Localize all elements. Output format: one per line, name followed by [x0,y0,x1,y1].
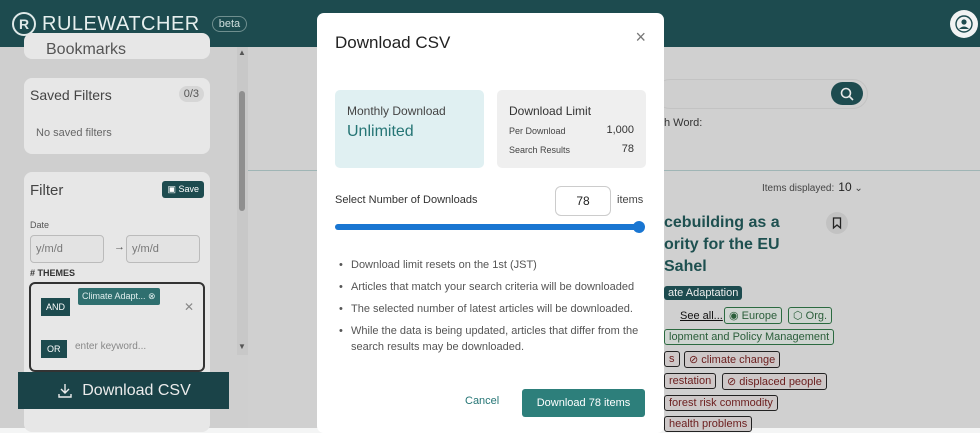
tag-keyword[interactable]: ⊘ climate change [684,351,781,368]
per-download-label: Per Download [509,126,566,136]
tag-region-label: Europe [741,310,778,322]
modal-title: Download CSV [335,33,451,52]
theme-chip-label: Climate Adapt... [82,291,146,301]
tag-topic[interactable]: lopment and Policy Management [664,329,835,345]
download-limit-box: Download Limit Per Download 1,000 Search… [497,90,646,168]
sidebar: Bookmarks Saved Filters 0/3 No saved fil… [0,33,248,432]
tag-theme[interactable]: ate Adaptation [664,286,743,300]
download-icon [58,383,72,398]
note-item: Download limit resets on the 1st (JST) [339,257,651,273]
monthly-download-label: Monthly Download [347,104,446,118]
select-downloads-label: Select Number of Downloads [335,194,478,206]
download-count-slider[interactable] [335,224,641,230]
tag-keyword[interactable]: ⊘ displaced people [722,373,827,390]
themes-label: # THEMES [30,268,76,278]
sidebar-scrollbar[interactable]: ▲ ▼ [237,47,248,355]
bookmarks-card[interactable]: Bookmarks [24,33,210,59]
tag-keyword[interactable]: s [664,351,680,367]
scrollbar-thumb[interactable] [239,91,245,211]
user-avatar[interactable] [950,10,978,38]
and-button[interactable]: AND [41,298,71,316]
filter-save-label: Save [178,184,199,194]
date-arrow-icon: → [114,241,125,253]
search-icon [840,87,854,101]
search-word-label: h Word: [664,117,703,129]
bookmark-icon[interactable] [826,212,848,234]
filter-title: Filter [30,182,64,199]
see-all-link[interactable]: See all... [676,309,727,323]
filter-save-button[interactable]: ▣ Save [162,181,204,198]
tag-keyword-label: climate change [701,354,776,366]
tag-region[interactable]: ◉ Europe [724,307,783,324]
slider-fill [335,224,641,230]
slider-thumb[interactable] [633,221,645,233]
tag-keyword[interactable]: restation [664,373,717,389]
items-displayed[interactable]: Items displayed: 10 ⌄ [762,180,863,194]
scroll-up-icon[interactable]: ▲ [238,48,246,57]
search-results-value: 78 [621,143,634,155]
items-displayed-label: Items displayed: [762,183,835,194]
note-item: The selected number of latest articles w… [339,301,651,317]
theme-chip[interactable]: Climate Adapt... ⊗ [78,288,160,305]
article-title[interactable]: cebuilding as a ority for the EU Sahel [664,212,804,278]
saved-filters-empty: No saved filters [36,127,112,139]
monthly-download-value: Unlimited [347,123,414,140]
cancel-button[interactable]: Cancel [465,395,499,407]
search-button[interactable] [831,82,863,105]
saved-filters-title: Saved Filters [30,87,112,103]
tag-keyword[interactable]: forest risk commodity [664,395,778,411]
or-button[interactable]: OR [41,340,67,358]
beta-badge: beta [211,16,248,32]
items-suffix: items [617,194,644,206]
tag-org[interactable]: ⬡ Org. [788,307,833,324]
theme-query-box: AND Climate Adapt... ⊗ ✕ OR enter keywor… [29,282,205,372]
date-from-input[interactable]: y/m/d [30,235,104,263]
download-notes: Download limit resets on the 1st (JST) A… [339,257,651,361]
date-label: Date [30,220,50,230]
search-results-label: Search Results [509,145,571,155]
tag-keyword[interactable]: health problems [664,416,753,432]
download-csv-label: Download CSV [82,381,191,399]
close-icon[interactable]: × [635,27,646,48]
scroll-down-icon[interactable]: ▼ [238,342,246,351]
download-items-button[interactable]: Download 78 items [522,389,645,417]
note-item: Articles that match your search criteria… [339,279,651,295]
date-to-input[interactable]: y/m/d [126,235,200,263]
note-item: While the data is being updated, article… [339,323,651,355]
keyword-input[interactable]: enter keyword... [75,341,146,352]
per-download-value: 1,000 [606,124,634,136]
monthly-download-box: Monthly Download Unlimited [335,90,484,168]
saved-filters-card: Saved Filters 0/3 No saved filters [24,78,210,154]
download-count-input[interactable]: 78 [555,186,611,216]
remove-row-icon[interactable]: ✕ [184,300,194,314]
tag-keyword-label: displaced people [739,376,822,388]
items-displayed-value: 10 [838,180,852,194]
download-limit-label: Download Limit [509,104,592,118]
user-icon [955,15,973,33]
bookmarks-label: Bookmarks [46,41,127,58]
saved-filters-count: 0/3 [178,86,204,102]
download-csv-button[interactable]: Download CSV [18,372,229,409]
tag-org-label: Org. [805,310,828,322]
download-csv-modal: Download CSV × Monthly Download Unlimite… [317,13,664,433]
